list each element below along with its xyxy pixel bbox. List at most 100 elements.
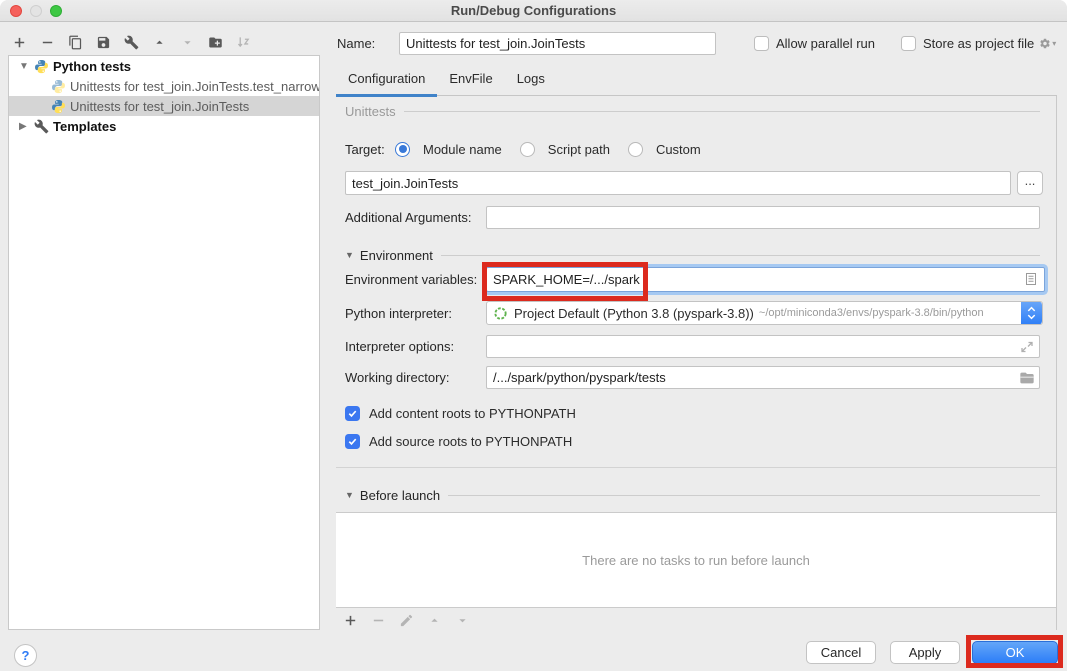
working-directory-input[interactable] — [486, 366, 1040, 389]
add-task-icon[interactable] — [343, 613, 358, 628]
copy-configuration-icon[interactable] — [68, 35, 83, 50]
collapse-triangle-icon: ▼ — [345, 250, 354, 260]
environment-variables-input[interactable] — [486, 267, 1045, 292]
before-launch-task-list: There are no tasks to run before launch — [336, 512, 1056, 608]
tab-bar: Configuration EnvFile Logs — [336, 61, 1057, 96]
apply-button[interactable]: Apply — [890, 641, 960, 664]
environment-variables-label: Environment variables: — [345, 272, 486, 287]
templates-wrench-icon — [34, 119, 49, 134]
interpreter-options-row: Interpreter options: — [345, 335, 1040, 358]
unittests-group-title: Unittests — [345, 104, 396, 119]
run-debug-configurations-dialog: Run/Debug Configurations ▼ Python tests — [0, 0, 1067, 671]
radio-selected-icon — [395, 142, 410, 157]
allow-parallel-run-label: Allow parallel run — [776, 36, 875, 51]
conda-environment-icon — [493, 306, 508, 321]
radio-label: Module name — [423, 142, 502, 157]
tree-item-config-selected[interactable]: Unittests for test_join.JoinTests — [9, 96, 319, 116]
python-interpreter-value: Project Default (Python 3.8 (pyspark-3.8… — [514, 306, 754, 321]
chevron-down-icon[interactable]: ▼ — [19, 61, 31, 72]
radio-label: Custom — [656, 142, 701, 157]
working-directory-label: Working directory: — [345, 370, 486, 385]
configuration-panel: Unittests Target: Module name Script pat… — [336, 96, 1057, 630]
expand-field-icon[interactable] — [1019, 339, 1035, 355]
name-row: Name: Allow parallel run Store as projec… — [337, 31, 1056, 55]
ok-button[interactable]: OK — [972, 641, 1058, 664]
store-as-project-file-checkbox[interactable]: Store as project file — [901, 36, 1034, 51]
cancel-button[interactable]: Cancel — [806, 641, 876, 664]
tree-item-label: Unittests for test_join.JoinTests — [70, 99, 249, 114]
python-test-config-icon — [51, 99, 66, 114]
select-stepper-icon[interactable] — [1021, 301, 1042, 325]
move-task-up-icon — [427, 613, 442, 628]
chevron-down-icon: ▾ — [1052, 39, 1056, 48]
remove-task-icon — [371, 613, 386, 628]
radio-module-name[interactable]: Module name — [395, 142, 502, 157]
tree-item-config[interactable]: Unittests for test_join.JoinTests.test_n… — [9, 76, 319, 96]
checkbox-checked-icon — [345, 434, 360, 449]
title-bar: Run/Debug Configurations — [0, 0, 1067, 22]
radio-label: Script path — [548, 142, 610, 157]
save-configuration-icon[interactable] — [96, 35, 111, 50]
additional-arguments-label: Additional Arguments: — [345, 210, 486, 225]
python-interpreter-path: ~/opt/miniconda3/envs/pyspark-3.8/bin/py… — [759, 307, 984, 319]
store-options-gear-icon[interactable]: ▾ — [1039, 35, 1056, 52]
name-label: Name: — [337, 36, 399, 51]
python-interpreter-row: Python interpreter: Project Default (Pyt… — [345, 301, 1043, 325]
chevron-right-icon[interactable]: ▶ — [19, 121, 31, 132]
python-interpreter-select[interactable]: Project Default (Python 3.8 (pyspark-3.8… — [486, 301, 1043, 325]
configurations-toolbar — [12, 33, 251, 51]
store-as-project-file-label: Store as project file — [923, 36, 1034, 51]
additional-arguments-row: Additional Arguments: — [345, 206, 1040, 229]
interpreter-options-label: Interpreter options: — [345, 339, 486, 354]
module-row: ... — [345, 171, 1043, 195]
create-new-folder-icon[interactable] — [208, 35, 223, 50]
sort-configurations-icon — [236, 35, 251, 50]
add-content-roots-label: Add content roots to PYTHONPATH — [369, 406, 576, 421]
tree-item-python-tests[interactable]: ▼ Python tests — [9, 56, 319, 76]
before-launch-section-title: Before launch — [360, 488, 440, 503]
unittests-group-header: Unittests — [345, 102, 1040, 120]
additional-arguments-input[interactable] — [486, 206, 1040, 229]
python-tests-icon — [34, 59, 49, 74]
edit-templates-icon[interactable] — [124, 35, 139, 50]
move-down-icon — [180, 35, 195, 50]
tree-item-templates[interactable]: ▶ Templates — [9, 116, 319, 136]
allow-parallel-run-checkbox[interactable]: Allow parallel run — [754, 36, 875, 51]
interpreter-options-input[interactable] — [486, 335, 1040, 358]
before-launch-toolbar — [343, 611, 470, 629]
checkbox-checked-icon — [345, 406, 360, 421]
tab-envfile[interactable]: EnvFile — [437, 61, 504, 95]
python-interpreter-label: Python interpreter: — [345, 306, 486, 321]
configurations-tree: ▼ Python tests Unittests for test_join.J… — [8, 55, 320, 630]
remove-configuration-icon[interactable] — [40, 35, 55, 50]
move-task-down-icon — [455, 613, 470, 628]
folder-icon[interactable] — [1019, 370, 1035, 386]
checkbox-unchecked-icon — [754, 36, 769, 51]
section-divider — [336, 467, 1056, 468]
add-configuration-icon[interactable] — [12, 35, 27, 50]
environment-section-header[interactable]: ▼ Environment — [345, 247, 1040, 263]
radio-unselected-icon — [520, 142, 535, 157]
move-up-icon[interactable] — [152, 35, 167, 50]
python-test-config-icon — [51, 79, 66, 94]
radio-unselected-icon — [628, 142, 643, 157]
add-content-roots-row[interactable]: Add content roots to PYTHONPATH — [345, 405, 1040, 422]
before-launch-section-header[interactable]: ▼ Before launch — [345, 487, 1040, 503]
browse-button[interactable]: ... — [1017, 171, 1043, 195]
help-button[interactable]: ? — [14, 644, 37, 667]
radio-script-path[interactable]: Script path — [520, 142, 610, 157]
edit-variables-icon[interactable] — [1023, 271, 1039, 287]
radio-custom[interactable]: Custom — [628, 142, 701, 157]
tab-logs[interactable]: Logs — [505, 61, 557, 95]
environment-section-title: Environment — [360, 248, 433, 263]
tree-item-label: Templates — [53, 119, 116, 134]
tab-configuration[interactable]: Configuration — [336, 61, 437, 95]
add-source-roots-label: Add source roots to PYTHONPATH — [369, 434, 572, 449]
add-source-roots-row[interactable]: Add source roots to PYTHONPATH — [345, 433, 1040, 450]
target-row: Target: Module name Script path Custom — [345, 140, 1040, 158]
name-input[interactable] — [399, 32, 716, 55]
checkbox-unchecked-icon — [901, 36, 916, 51]
tree-item-label: Python tests — [53, 59, 131, 74]
before-launch-empty-text: There are no tasks to run before launch — [582, 553, 810, 568]
module-name-input[interactable] — [345, 171, 1011, 195]
